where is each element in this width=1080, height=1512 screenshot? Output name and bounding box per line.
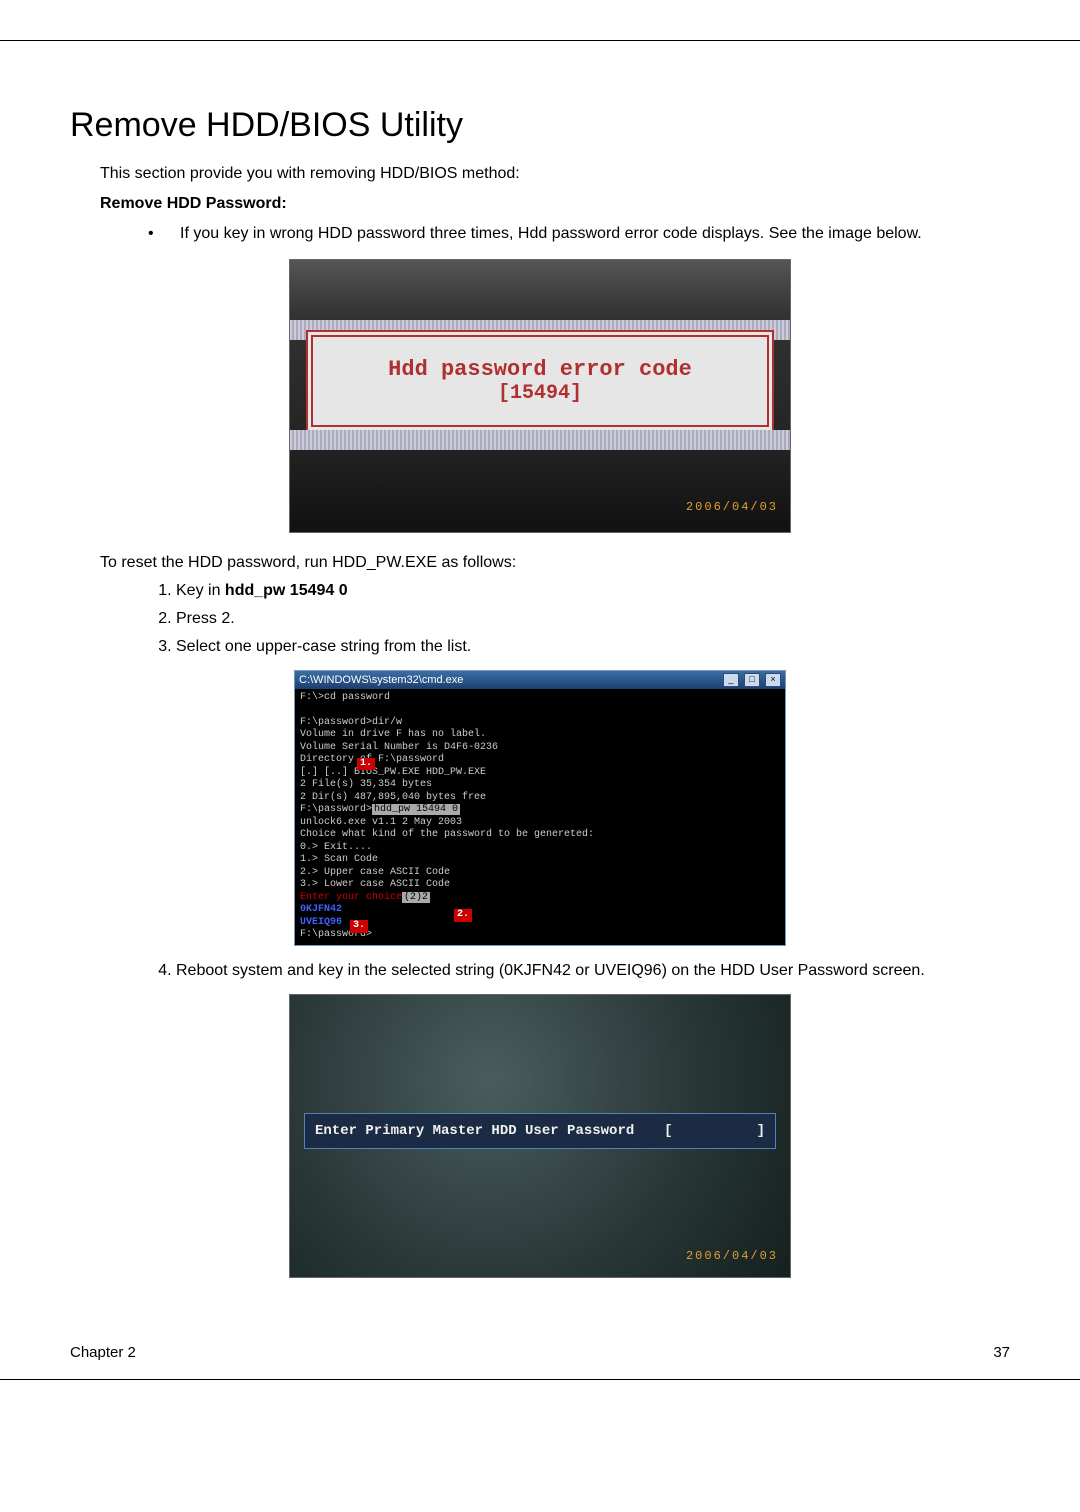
cmd-line: 1.> Scan Code (300, 854, 782, 867)
step-4: Reboot system and key in the selected st… (176, 962, 1010, 980)
cmd-line: F:\password>hdd_pw 15494 0 (300, 804, 782, 817)
footer-chapter: Chapter 2 (70, 1344, 136, 1361)
steps-list: Key in hdd_pw 15494 0 Press 2. Select on… (136, 582, 1010, 656)
reset-intro: To reset the HDD password, run HDD_PW.EX… (100, 554, 1010, 572)
cmd-titlebar: C:\WINDOWS\system32\cmd.exe _ □ × (295, 671, 785, 689)
error-line-1: Hdd password error code (388, 357, 692, 382)
cmd-line: F:\>cd password (300, 692, 782, 705)
cmd-highlight: hdd_pw 15494 0 (372, 804, 460, 815)
cmd-result: 0KJFN42 (300, 904, 782, 917)
bullet-list: If you key in wrong HDD password three t… (140, 223, 1010, 245)
error-dialog: Hdd password error code [15494] (306, 330, 774, 432)
bracket-right: ] (757, 1123, 765, 1139)
cmd-line: 0.> Exit.... (300, 842, 782, 855)
cmd-title: C:\WINDOWS\system32\cmd.exe (299, 674, 463, 686)
cmd-line: unlock6.exe v1.1 2 May 2003 (300, 817, 782, 830)
figure-1-wrap: Hdd password error code [15494] 2006/04/… (70, 259, 1010, 538)
cmd-line: 2 Dir(s) 487,895,040 bytes free (300, 792, 782, 805)
window-buttons: _ □ × (721, 673, 781, 687)
callout-1: 1. (357, 758, 375, 771)
photo-date-stamp: 2006/04/03 (686, 500, 778, 514)
cmd-result: UVEIQ96 (300, 917, 782, 930)
password-prompt-text: Enter Primary Master HDD User Password (315, 1123, 634, 1139)
footer-page-number: 37 (993, 1344, 1010, 1361)
page-footer: Chapter 2 37 (70, 1344, 1010, 1361)
cmd-line: Volume Serial Number is D4F6-0236 (300, 742, 782, 755)
cmd-line: F:\password> (300, 929, 782, 942)
cmd-line: Volume in drive F has no label. (300, 729, 782, 742)
callout-2: 2. (454, 909, 472, 922)
cmd-prompt: F:\password> (300, 804, 372, 815)
cmd-choice-prompt: Enter your choice (300, 892, 402, 903)
step-1-pre: Key in (176, 582, 225, 599)
cmd-window: C:\WINDOWS\system32\cmd.exe _ □ × F:\>cd… (294, 670, 786, 946)
figure-2-wrap: C:\WINDOWS\system32\cmd.exe _ □ × F:\>cd… (70, 670, 1010, 946)
maximize-icon[interactable]: □ (744, 673, 760, 687)
steps-list-cont: Reboot system and key in the selected st… (136, 962, 1010, 980)
error-line-2: [15494] (498, 382, 582, 405)
password-screenshot: Enter Primary Master HDD User Password [… (289, 994, 791, 1278)
step-1: Key in hdd_pw 15494 0 (176, 582, 1010, 600)
decorative-band (290, 430, 790, 450)
cmd-line: 2.> Upper case ASCII Code (300, 867, 782, 880)
cmd-line: 2 File(s) 35,354 bytes (300, 779, 782, 792)
photo-date-stamp: 2006/04/03 (686, 1249, 778, 1263)
cmd-line: 3.> Lower case ASCII Code (300, 879, 782, 892)
subheading: Remove HDD Password: (100, 195, 1010, 213)
bracket-left: [ (664, 1123, 672, 1139)
password-brackets: [ ] (664, 1123, 765, 1139)
page-title: Remove HDD/BIOS Utility (70, 106, 1010, 145)
intro-text: This section provide you with removing H… (100, 165, 1010, 183)
page: Remove HDD/BIOS Utility This section pro… (0, 40, 1080, 1380)
cmd-line: Enter your choice(2)2 (300, 892, 782, 905)
cmd-highlight: (2)2 (402, 892, 430, 903)
step-1-cmd: hdd_pw 15494 0 (225, 582, 348, 599)
close-icon[interactable]: × (765, 673, 781, 687)
error-screenshot: Hdd password error code [15494] 2006/04/… (289, 259, 791, 533)
callout-3: 3. (350, 920, 368, 933)
step-2: Press 2. (176, 610, 1010, 628)
minimize-icon[interactable]: _ (723, 673, 739, 687)
password-prompt-bar: Enter Primary Master HDD User Password [… (304, 1113, 776, 1149)
step-3: Select one upper-case string from the li… (176, 638, 1010, 656)
cmd-body: F:\>cd password F:\password>dir/w Volume… (295, 689, 785, 945)
cmd-line: Choice what kind of the password to be g… (300, 829, 782, 842)
bullet-item: If you key in wrong HDD password three t… (140, 223, 1010, 245)
cmd-line: F:\password>dir/w (300, 717, 782, 730)
figure-3-wrap: Enter Primary Master HDD User Password [… (70, 994, 1010, 1283)
